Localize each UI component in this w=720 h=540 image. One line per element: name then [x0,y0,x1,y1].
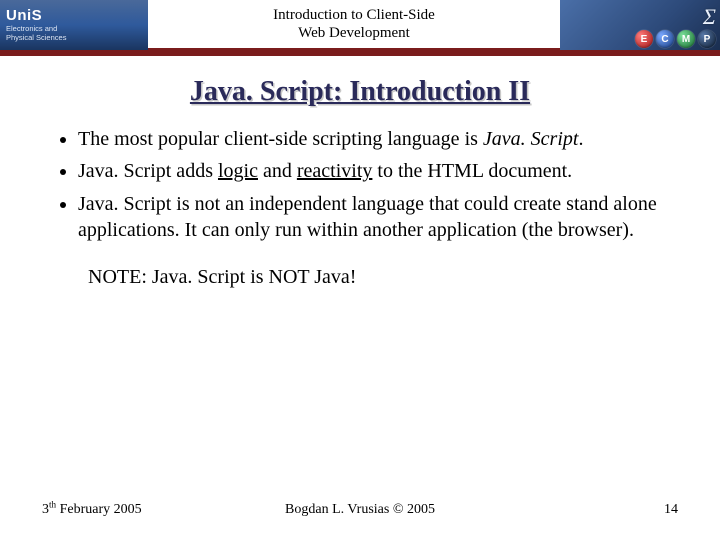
content-area: Java. Script: Introduction II The most p… [0,56,720,289]
bullet-2-a: Java. Script adds [78,160,218,182]
org-logo-text: UniS [6,8,142,23]
header-logo-block: UniS Electronics and Physical Sciences [0,0,148,50]
footer: 3th February 2005 Bogdan L. Vrusias © 20… [0,502,720,518]
slide: UniS Electronics and Physical Sciences I… [0,0,720,540]
bullet-2: Java. Script adds logic and reactivity t… [78,158,670,184]
footer-date: 3th February 2005 [42,502,142,518]
bullet-1-em: Java. Script [483,128,579,150]
header-right-block: Σ E C M P [560,0,720,50]
dept-line2: Physical Sciences [6,34,142,43]
bullet-1: The most popular client-side scripting l… [78,126,670,152]
bullet-2-reactivity: reactivity [297,160,373,182]
course-line2: Web Development [298,24,410,42]
bullet-1-tail: . [578,128,583,150]
header-bar: UniS Electronics and Physical Sciences I… [0,0,720,50]
bullet-3: Java. Script is not an independent langu… [78,191,670,244]
badge-row: E C M P [635,30,716,48]
badge-c: C [656,30,674,48]
bullet-1-text: The most popular client-side scripting l… [78,128,483,150]
bullet-2-e: to the HTML document. [372,160,572,182]
badge-p: P [698,30,716,48]
slide-title: Java. Script: Introduction II [40,76,680,108]
note-line: NOTE: Java. Script is NOT Java! [88,266,680,289]
sigma-icon: Σ [703,4,714,30]
bullet-2-c: and [258,160,297,182]
badge-e: E [635,30,653,48]
bullet-list: The most popular client-side scripting l… [50,126,680,244]
footer-date-pre: 3 [42,502,49,517]
footer-page: 14 [664,502,678,518]
header-course-title: Introduction to Client-Side Web Developm… [148,0,560,50]
badge-m: M [677,30,695,48]
footer-date-post: February 2005 [56,502,142,517]
course-line1: Introduction to Client-Side [273,6,435,24]
bullet-2-logic: logic [218,160,258,182]
